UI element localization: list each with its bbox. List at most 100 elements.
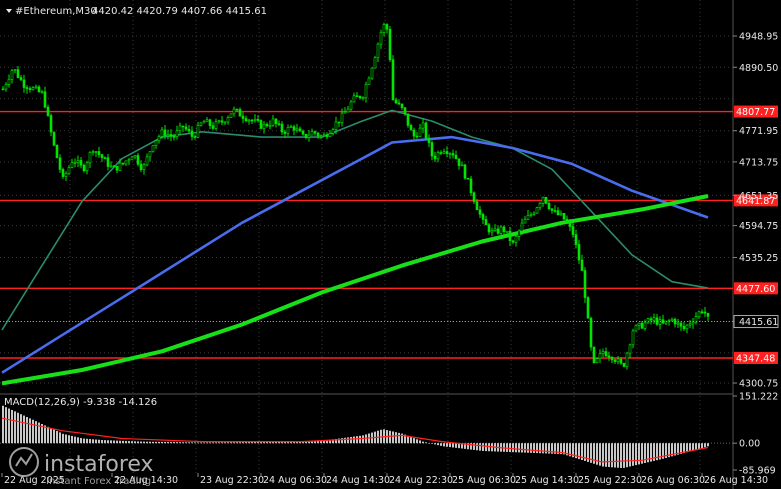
- macd-histogram-bar: [134, 441, 136, 444]
- candle-body: [502, 226, 506, 232]
- candle-body: [19, 77, 23, 81]
- macd-histogram-bar: [614, 443, 616, 468]
- candle-body: [547, 202, 551, 210]
- candle-body: [268, 124, 272, 127]
- candle-body: [133, 155, 137, 158]
- macd-histogram-bar: [521, 443, 523, 453]
- candle-body: [532, 212, 536, 215]
- candle-body: [256, 118, 260, 121]
- candle-body: [466, 177, 470, 180]
- candle-body: [706, 312, 710, 317]
- macd-histogram-bar: [482, 443, 484, 451]
- candle-body: [613, 359, 617, 362]
- macd-histogram-bar: [509, 443, 511, 453]
- candle-body: [46, 106, 50, 116]
- candle-body: [100, 154, 104, 159]
- macd-histogram-bar: [116, 440, 118, 444]
- candle-body: [559, 213, 563, 216]
- candle-body: [13, 69, 17, 71]
- time-tick-label: 25 Aug 22:30: [578, 475, 642, 486]
- macd-histogram-bar: [512, 443, 514, 453]
- macd-histogram-bar: [155, 441, 157, 444]
- candle-body: [385, 24, 389, 30]
- candle-body: [1, 88, 5, 91]
- level-price-label: 4477.60: [736, 284, 775, 295]
- macd-histogram-bar: [59, 432, 61, 444]
- candle-body: [424, 122, 428, 139]
- candle-body: [211, 125, 215, 129]
- trading-chart[interactable]: 4807.774641.874477.604347.48 151.2220.00…: [0, 0, 781, 489]
- candle-body: [202, 121, 206, 124]
- time-tick-label: 24 Aug 06:30: [263, 475, 327, 486]
- candle-body: [238, 109, 242, 117]
- candle-body: [88, 152, 92, 164]
- candle-body: [289, 126, 293, 128]
- macd-histogram-bar: [119, 440, 121, 444]
- time-tick-label: 26 Aug 14:30: [704, 475, 768, 486]
- candle-body: [154, 140, 158, 146]
- candle-body: [52, 131, 56, 146]
- macd-histogram-bar: [2, 405, 4, 444]
- macd-histogram-bar: [440, 443, 442, 446]
- candle-body: [367, 77, 371, 85]
- candle-body: [622, 362, 626, 367]
- watermark-tagline: Instant Forex Trading: [46, 476, 151, 487]
- candle-body: [649, 318, 653, 321]
- candle-body: [481, 214, 485, 220]
- macd-histogram-bar: [71, 435, 73, 444]
- macd-histogram-bar: [416, 439, 418, 444]
- price-tick-label: 4300.75: [739, 379, 778, 390]
- chart-header: #Ethereum,M30 4420.42 4420.79 4407.66 44…: [6, 6, 267, 17]
- candle-body: [136, 155, 140, 165]
- candle-body: [514, 235, 518, 243]
- macd-histogram-bar: [242, 442, 244, 444]
- candle-body: [298, 128, 302, 132]
- candle-body: [682, 326, 686, 330]
- macd-histogram-bar: [248, 442, 250, 444]
- level-price-label: 4347.48: [736, 354, 775, 365]
- macd-histogram-bar: [437, 443, 439, 446]
- macd-histogram-bar: [206, 442, 208, 444]
- candle-body: [340, 112, 344, 123]
- candle-body: [550, 208, 554, 211]
- candle-body: [37, 86, 41, 93]
- macd-histogram-bar: [95, 439, 97, 444]
- macd-histogram-bar: [605, 443, 607, 467]
- macd-histogram-bar: [212, 442, 214, 444]
- macd-histogram-bar: [452, 443, 454, 448]
- macd-histogram-bar: [80, 438, 82, 444]
- candle-body: [310, 131, 314, 136]
- candle-body: [436, 152, 440, 160]
- candle-body: [571, 226, 575, 235]
- macd-histogram-bar: [245, 442, 247, 444]
- candle-body: [16, 69, 20, 78]
- macd-histogram-bar: [146, 441, 148, 444]
- candle-body: [292, 126, 296, 131]
- macd-histogram-bar: [26, 416, 28, 444]
- candle-body: [217, 120, 221, 123]
- candle-body: [586, 297, 590, 319]
- candle-body: [94, 151, 98, 153]
- price-tick-label: 4535.25: [739, 253, 778, 264]
- candle-body: [250, 119, 254, 122]
- candle-body: [361, 97, 365, 99]
- macd-histogram-bar: [692, 443, 694, 451]
- macd-histogram-bar: [428, 443, 430, 444]
- candle-body: [313, 131, 317, 134]
- price-tick-label: 4771.95: [739, 126, 778, 137]
- macd-tick-label: 151.222: [739, 392, 778, 403]
- candle-body: [34, 86, 38, 89]
- candle-body: [214, 121, 218, 129]
- macd-histogram-bar: [617, 443, 619, 468]
- macd-histogram-bar: [611, 443, 613, 468]
- candle-body: [574, 234, 578, 245]
- candle-body: [343, 111, 347, 114]
- candle-body: [274, 118, 278, 124]
- candle-body: [205, 119, 209, 122]
- macd-histogram-bar: [188, 442, 190, 444]
- candle-body: [562, 213, 566, 220]
- macd-histogram-bar: [200, 442, 202, 444]
- candle-body: [652, 317, 656, 321]
- candle-body: [472, 192, 476, 202]
- candle-body: [415, 135, 419, 138]
